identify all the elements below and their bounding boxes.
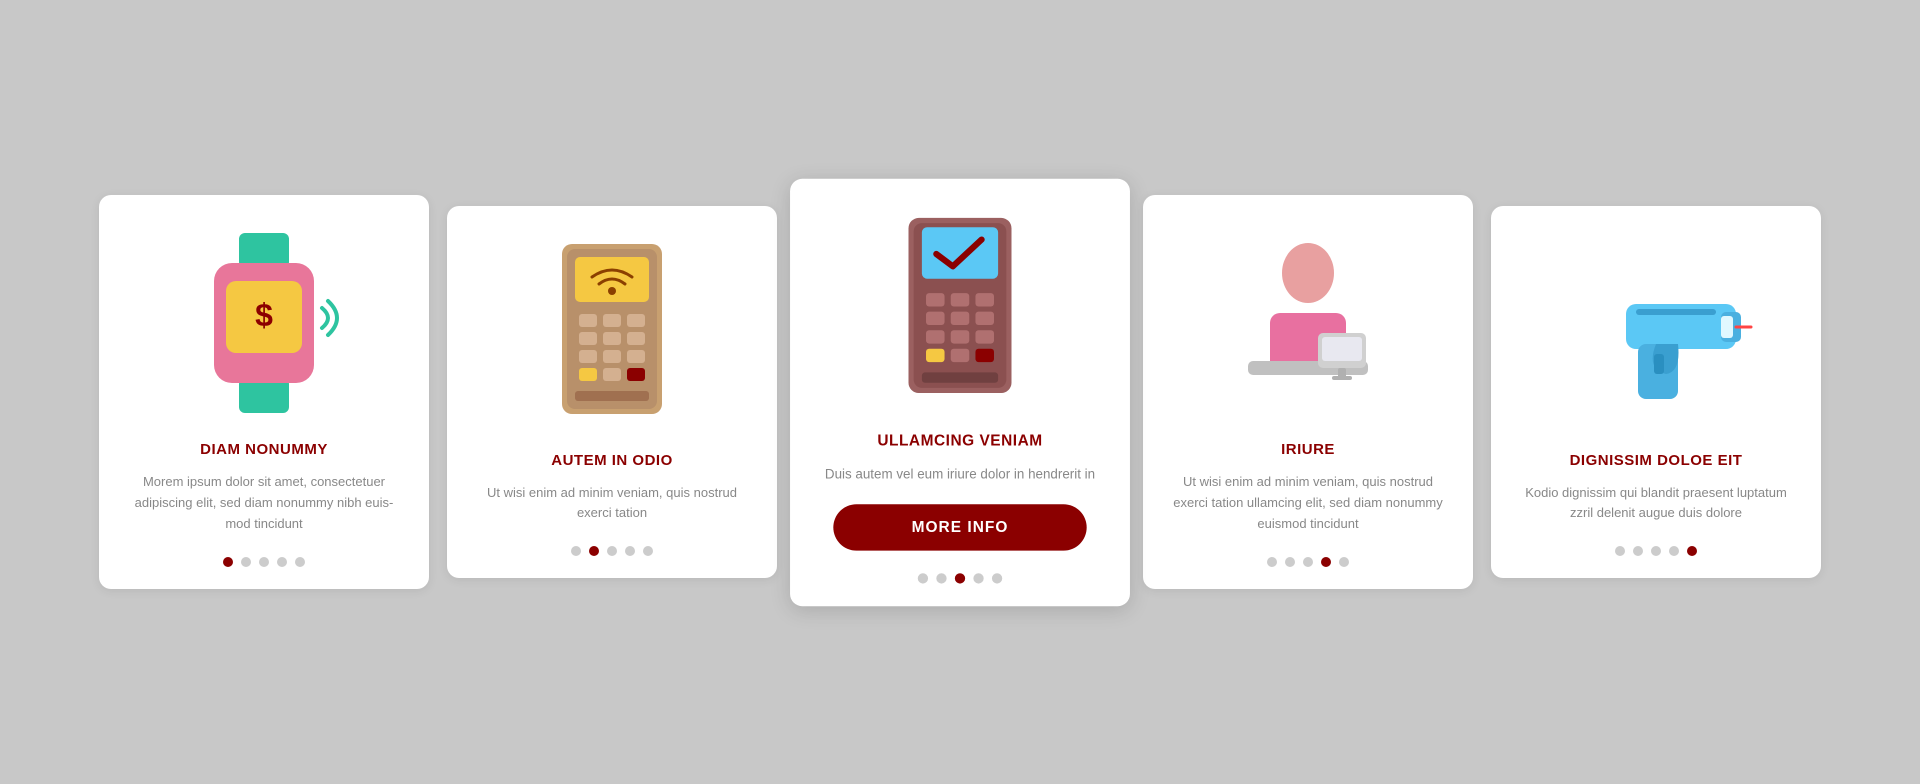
dot-active [589,546,599,556]
dot [1339,557,1349,567]
card-4-dots [1267,557,1349,567]
dot [571,546,581,556]
card-1-text: Morem ipsum dolor sit amet, consectetuer… [127,472,401,534]
barcode-scanner-icon [1566,254,1746,414]
smartwatch-icon-area: $ [127,223,401,423]
dot [1267,557,1277,567]
card-4-text: Ut wisi enim ad minim veniam, quis nostr… [1171,472,1445,534]
pos-checkmark-icon-area [819,207,1101,413]
pos-checkmark-icon [893,212,1027,408]
cashier-icon-area [1171,223,1445,423]
svg-text:$: $ [255,297,273,333]
dot-active [955,573,965,583]
dot [1651,546,1661,556]
cashier-icon [1228,233,1388,413]
dot [936,573,946,583]
dot [259,557,269,567]
card-5-title: DIGNISSIM DOLOE EIT [1570,452,1743,469]
dot [1633,546,1643,556]
card-2: AUTEM IN ODIO Ut wisi enim ad minim veni… [447,206,777,579]
card-2-dots [571,546,653,556]
dot-active [1687,546,1697,556]
dot [973,573,983,583]
dot [643,546,653,556]
pos-terminal-icon [547,239,677,429]
card-2-text: Ut wisi enim ad minim veniam, quis nostr… [475,483,749,525]
card-1-dots [223,557,305,567]
barcode-scanner-icon-area [1519,234,1793,434]
card-5: DIGNISSIM DOLOE EIT Kodio dignissim qui … [1491,206,1821,579]
dot [992,573,1002,583]
dot [625,546,635,556]
dot [295,557,305,567]
dot [1303,557,1313,567]
card-5-text: Kodio dignissim qui blandit praesent lup… [1519,483,1793,525]
card-3-text: Duis autem vel eum iriure dolor in hendr… [825,464,1095,485]
dot [241,557,251,567]
card-1-title: DIAM NONUMMY [200,441,328,458]
card-2-title: AUTEM IN ODIO [551,452,673,469]
dot-active [223,557,233,567]
card-4-title: IRIURE [1281,441,1335,458]
dot-active [1321,557,1331,567]
more-info-button[interactable]: MORE INFO [833,504,1087,550]
smartwatch-icon: $ [184,233,344,413]
card-3: ULLAMCING VENIAM Duis autem vel eum iriu… [790,178,1130,605]
card-3-dots [918,573,1002,583]
cards-container: $ DIAM NONUMMY Morem ipsum dolor sit ame… [69,155,1851,630]
dot [1285,557,1295,567]
dot [1669,546,1679,556]
card-4: IRIURE Ut wisi enim ad minim veniam, qui… [1143,195,1473,588]
pos-terminal-icon-area [475,234,749,434]
dot [607,546,617,556]
dot [277,557,287,567]
dot [918,573,928,583]
card-1: $ DIAM NONUMMY Morem ipsum dolor sit ame… [99,195,429,588]
card-3-title: ULLAMCING VENIAM [877,432,1042,450]
card-5-dots [1615,546,1697,556]
dot [1615,546,1625,556]
